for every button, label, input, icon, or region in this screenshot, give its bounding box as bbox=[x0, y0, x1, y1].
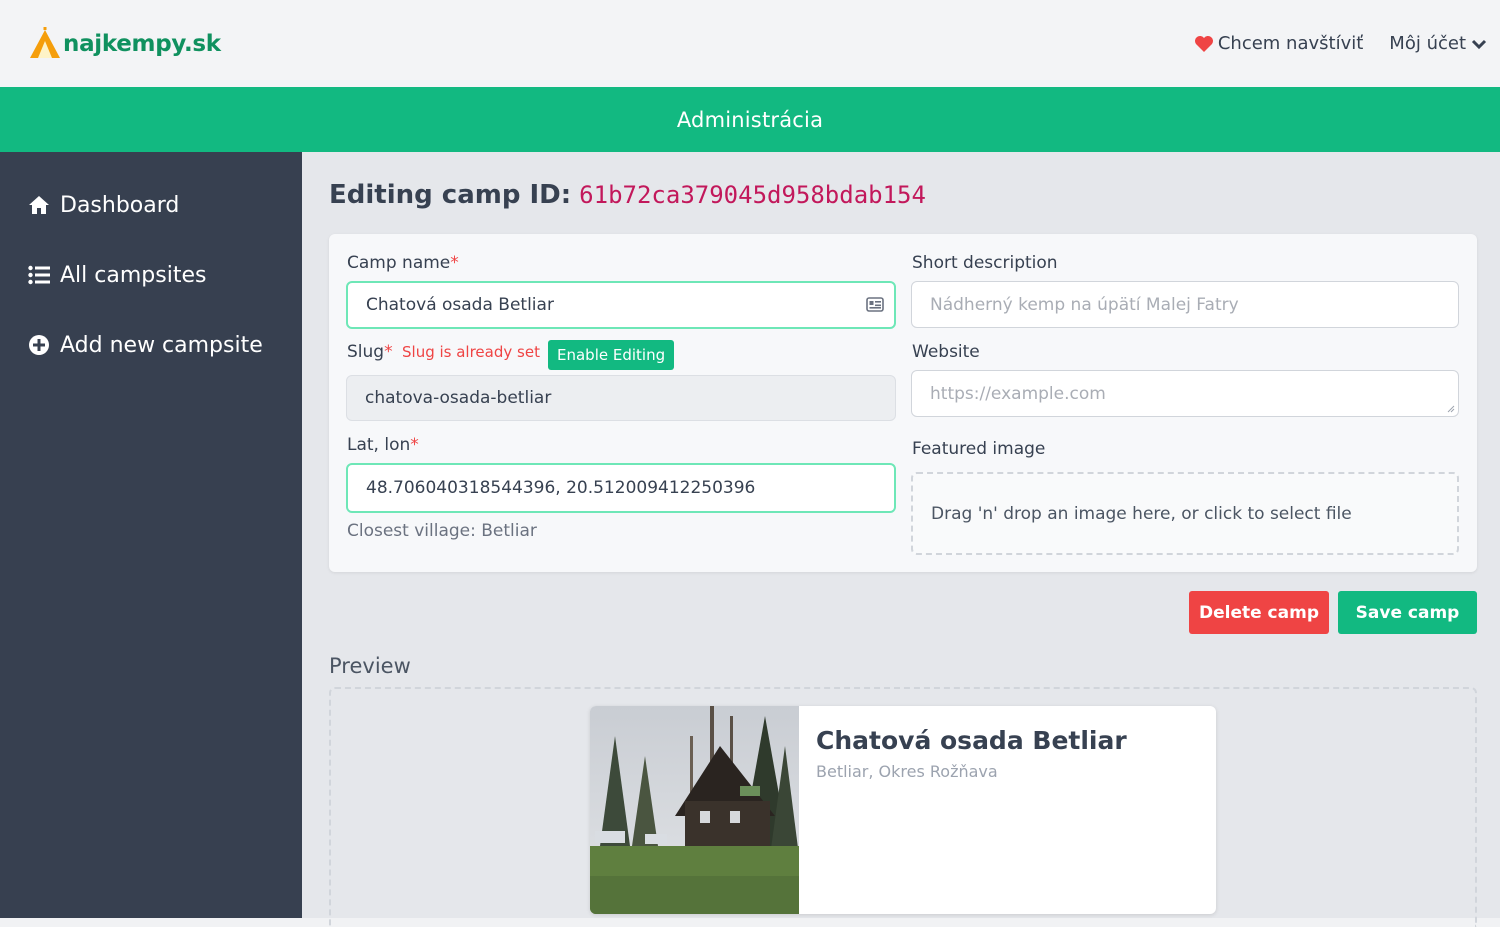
latlon-label: Lat, lon* bbox=[347, 435, 419, 455]
short-description-placeholder: Nádherný kemp na úpätí Malej Fatry bbox=[930, 294, 1239, 315]
slug-label: Slug* bbox=[347, 342, 393, 362]
plus-circle-icon bbox=[29, 335, 49, 355]
website-label: Website bbox=[912, 342, 980, 362]
camp-photo bbox=[590, 706, 799, 914]
banner-title: Administrácia bbox=[676, 107, 824, 132]
page-title: Editing camp ID: 61b72ca379045d958bdab15… bbox=[329, 180, 926, 210]
image-dropzone[interactable]: Drag 'n' drop an image here, or click to… bbox=[911, 472, 1459, 555]
sidebar-item-label: Dashboard bbox=[60, 192, 180, 218]
resize-handle-icon[interactable] bbox=[1447, 405, 1455, 413]
preview-card-title: Chatová osada Betliar bbox=[816, 726, 1127, 755]
sidebar: Dashboard All campsites Add new campsite bbox=[0, 152, 302, 918]
slug-input[interactable]: chatova-osada-betliar bbox=[346, 375, 896, 421]
enable-editing-button[interactable]: Enable Editing bbox=[548, 340, 675, 370]
sidebar-item-add-campsite[interactable]: Add new campsite bbox=[0, 310, 302, 380]
required-mark: * bbox=[450, 253, 459, 273]
sidebar-item-label: Add new campsite bbox=[60, 332, 263, 358]
contact-card-icon bbox=[866, 297, 884, 312]
sidebar-item-label: All campsites bbox=[60, 262, 207, 288]
heart-icon bbox=[1194, 35, 1213, 52]
camp-id: 61b72ca379045d958bdab154 bbox=[579, 181, 926, 209]
wishlist-label: Chcem navštíviť bbox=[1217, 33, 1364, 54]
slug-label-text: Slug bbox=[347, 342, 385, 362]
camp-name-label: Camp name* bbox=[347, 253, 459, 273]
preview-camp-card[interactable]: Chatová osada Betliar Betliar, Okres Rož… bbox=[590, 706, 1216, 914]
closest-village: Closest village: Betliar bbox=[347, 521, 537, 541]
camp-name-label-text: Camp name bbox=[347, 253, 451, 273]
latlon-value: 48.706040318544396, 20.512009412250396 bbox=[366, 478, 756, 498]
camp-form: Camp name* Chatová osada Betliar Slug* S… bbox=[329, 234, 1477, 572]
admin-banner: Administrácia bbox=[0, 87, 1500, 152]
camp-name-value: Chatová osada Betliar bbox=[366, 295, 554, 315]
website-input[interactable]: https://example.com bbox=[911, 370, 1459, 417]
chevron-down-icon bbox=[1471, 39, 1487, 49]
home-icon bbox=[29, 196, 49, 214]
top-bar: najkempy.sk Chcem navštíviť Môj účet bbox=[0, 0, 1500, 87]
tent-icon bbox=[30, 26, 60, 58]
short-description-label: Short description bbox=[912, 253, 1058, 273]
featured-image-label: Featured image bbox=[912, 439, 1046, 459]
preview-card-subtitle: Betliar, Okres Rožňava bbox=[816, 762, 998, 781]
wishlist-link[interactable]: Chcem navštíviť bbox=[1194, 33, 1363, 54]
camp-name-input[interactable]: Chatová osada Betliar bbox=[346, 281, 896, 329]
website-placeholder: https://example.com bbox=[930, 383, 1106, 404]
short-description-input[interactable]: Nádherný kemp na úpätí Malej Fatry bbox=[911, 281, 1459, 328]
save-camp-button[interactable]: Save camp bbox=[1338, 591, 1477, 634]
sidebar-item-all-campsites[interactable]: All campsites bbox=[0, 240, 302, 310]
latlon-input[interactable]: 48.706040318544396, 20.512009412250396 bbox=[346, 463, 896, 513]
latlon-label-text: Lat, lon bbox=[347, 435, 411, 455]
required-mark: * bbox=[410, 435, 419, 455]
list-icon bbox=[28, 265, 50, 285]
brand-name: najkempy.sk bbox=[63, 30, 221, 57]
slug-already-set-note: Slug is already set bbox=[402, 343, 540, 361]
main-content: Editing camp ID: 61b72ca379045d958bdab15… bbox=[302, 152, 1500, 927]
dropzone-text: Drag 'n' drop an image here, or click to… bbox=[931, 503, 1352, 524]
account-menu[interactable]: Môj účet bbox=[1389, 33, 1488, 54]
slug-value: chatova-osada-betliar bbox=[365, 388, 552, 408]
required-mark: * bbox=[384, 342, 393, 362]
sidebar-item-dashboard[interactable]: Dashboard bbox=[0, 170, 302, 240]
account-label: Môj účet bbox=[1389, 33, 1466, 54]
delete-camp-button[interactable]: Delete camp bbox=[1189, 591, 1329, 634]
top-nav: Chcem navštíviť Môj účet bbox=[1194, 33, 1488, 54]
preview-label: Preview bbox=[329, 654, 411, 678]
brand-logo[interactable]: najkempy.sk bbox=[28, 26, 221, 61]
page-title-prefix: Editing camp ID: bbox=[329, 180, 572, 210]
